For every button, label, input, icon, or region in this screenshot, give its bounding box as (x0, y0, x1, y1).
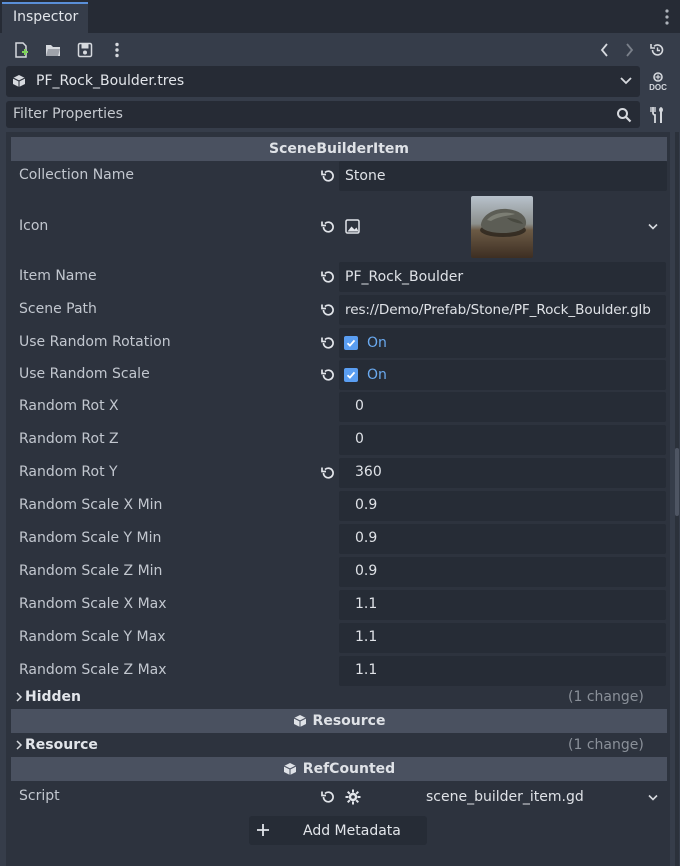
doc-button[interactable]: DOC (647, 72, 669, 92)
prop-label-scene-path: Scene Path (19, 301, 97, 317)
prop-label-random-rot-y: Random Rot Y (19, 464, 118, 480)
random-scale-y-max-value: 1.1 (355, 629, 378, 645)
prop-label-use-random-scale: Use Random Scale (19, 366, 150, 382)
prop-label-random-rot-z: Random Rot Z (19, 431, 119, 447)
revert-icon[interactable] (320, 219, 336, 235)
chevron-right-icon (15, 692, 23, 702)
collection-name-field[interactable] (339, 161, 667, 191)
group-resource-changes: (1 change) (568, 737, 644, 753)
prop-label-use-random-rotation: Use Random Rotation (19, 334, 171, 350)
filter-placeholder: Filter Properties (13, 106, 123, 122)
tab-title: Inspector (13, 9, 79, 25)
revert-icon[interactable] (320, 168, 336, 184)
resource-dropdown-chevron-icon[interactable] (619, 76, 633, 86)
use-random-rotation-value: On (367, 335, 387, 351)
tools-icon[interactable] (649, 106, 665, 124)
script-dropdown-chevron-icon[interactable] (647, 794, 659, 802)
section-title: RefCounted (302, 761, 396, 777)
use-random-rotation-checkbox[interactable] (344, 336, 358, 350)
section-title: Resource (312, 713, 386, 729)
group-hidden-changes: (1 change) (568, 689, 644, 705)
random-rot-z-field[interactable] (339, 425, 666, 455)
prop-label-random-scale-z-max: Random Scale Z Max (19, 662, 167, 678)
resource-name: PF_Rock_Boulder.tres (36, 73, 185, 89)
scrollbar-thumb[interactable] (675, 448, 679, 516)
kebab-menu-icon[interactable] (106, 39, 128, 61)
section-refcounted: RefCounted (11, 757, 667, 781)
history-icon[interactable] (646, 39, 668, 61)
random-scale-x-min-value: 0.9 (355, 497, 378, 513)
revert-icon[interactable] (320, 302, 336, 318)
chevron-right-icon (15, 740, 23, 750)
use-random-scale-checkbox[interactable] (344, 368, 358, 382)
random-scale-y-max-field[interactable] (339, 623, 666, 653)
section-scene-builder-item: SceneBuilderItem (11, 137, 667, 161)
use-random-scale-value: On (367, 367, 387, 383)
tab-inspector[interactable]: Inspector (2, 2, 88, 33)
random-rot-x-field[interactable] (339, 392, 666, 422)
random-scale-z-min-value: 0.9 (355, 563, 378, 579)
random-scale-x-max-value: 1.1 (355, 596, 378, 612)
prop-label-script: Script (19, 788, 60, 804)
icon-thumbnail[interactable] (471, 196, 533, 258)
new-resource-icon[interactable] (10, 39, 32, 61)
resource-cube-icon (12, 74, 26, 88)
add-metadata-label: Add Metadata (303, 823, 401, 839)
save-icon[interactable] (74, 39, 96, 61)
use-random-scale-field (339, 360, 666, 390)
back-icon[interactable] (594, 39, 616, 61)
item-name-value: PF_Rock_Boulder (345, 269, 464, 285)
dock-menu-icon[interactable] (660, 8, 674, 26)
group-resource-label: Resource (25, 737, 98, 753)
section-resource: Resource (11, 709, 667, 733)
prop-label-random-scale-x-min: Random Scale X Min (19, 497, 163, 513)
prop-label-icon: Icon (19, 218, 49, 234)
doc-label: DOC (649, 83, 667, 92)
search-icon (616, 107, 632, 123)
gear-icon (345, 789, 361, 805)
prop-label-collection-name: Collection Name (19, 167, 135, 183)
prop-label-random-scale-y-min: Random Scale Y Min (19, 530, 162, 546)
plus-icon (256, 823, 270, 837)
random-scale-x-max-field[interactable] (339, 590, 666, 620)
scene-path-value: res://Demo/Prefab/Stone/PF_Rock_Boulder.… (345, 302, 651, 318)
group-hidden-label: Hidden (25, 689, 82, 705)
tab-bar (0, 0, 680, 33)
random-scale-z-max-field[interactable] (339, 656, 666, 686)
random-rot-y-field[interactable] (339, 458, 666, 488)
revert-icon[interactable] (320, 367, 336, 383)
prop-label-item-name: Item Name (19, 268, 97, 284)
prop-label-random-scale-x-max: Random Scale X Max (19, 596, 167, 612)
script-value[interactable]: scene_builder_item.gd (426, 789, 584, 805)
random-rot-y-value: 360 (355, 464, 382, 480)
resource-cube-icon (293, 714, 307, 728)
prop-label-random-scale-z-min: Random Scale Z Min (19, 563, 163, 579)
use-random-rotation-field (339, 328, 666, 358)
random-rot-z-value: 0 (355, 431, 364, 447)
revert-icon[interactable] (320, 269, 336, 285)
random-scale-x-min-field[interactable] (339, 491, 666, 521)
revert-icon[interactable] (320, 789, 336, 805)
random-scale-z-max-value: 1.1 (355, 662, 378, 678)
refcounted-cube-icon (283, 762, 297, 776)
icon-dropdown-chevron-icon[interactable] (647, 223, 659, 231)
forward-icon[interactable] (618, 39, 640, 61)
revert-icon[interactable] (320, 465, 336, 481)
random-scale-z-min-field[interactable] (339, 557, 666, 587)
random-scale-y-min-field[interactable] (339, 524, 666, 554)
prop-label-random-rot-x: Random Rot X (19, 398, 119, 414)
random-scale-y-min-value: 0.9 (355, 530, 378, 546)
section-title: SceneBuilderItem (269, 141, 409, 157)
revert-icon[interactable] (320, 335, 336, 351)
image-icon (345, 219, 360, 234)
open-folder-icon[interactable] (42, 39, 64, 61)
random-rot-x-value: 0 (355, 398, 364, 414)
collection-name-value: Stone (345, 168, 386, 184)
prop-label-random-scale-y-max: Random Scale Y Max (19, 629, 166, 645)
